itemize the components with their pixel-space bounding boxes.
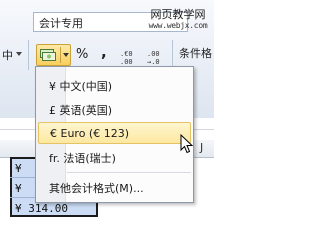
menu-item-label: ¥ 中文(中国)	[49, 80, 113, 93]
column-header-j[interactable]: J	[200, 141, 203, 154]
mouse-cursor-icon	[180, 134, 193, 154]
watermark-url: www.webjx.com	[148, 21, 208, 30]
menu-item-label: fr. 法语(瑞士)	[49, 152, 116, 165]
accounting-format-button[interactable]	[36, 44, 71, 66]
chevron-down-icon[interactable]	[16, 52, 22, 56]
alignment-partial-label[interactable]: 中	[2, 47, 13, 63]
split-divider	[60, 47, 61, 63]
cell-value[interactable]: ¥ 314.00	[15, 202, 68, 215]
group-divider	[28, 40, 29, 70]
menu-item-euro[interactable]: € Euro (€ 123)	[38, 122, 191, 144]
increase-decimal-button[interactable]: .€0.00	[120, 50, 133, 66]
watermark: 网页教学网 www.webjx.com	[143, 9, 213, 31]
percent-style-button[interactable]: %	[76, 47, 88, 62]
number-format-value: 会计专用	[39, 17, 83, 30]
watermark-name: 网页教学网	[150, 8, 206, 21]
conditional-formatting-button[interactable]: 条件格	[179, 45, 212, 61]
menu-item-english-uk[interactable]: £ 英语(英国)	[38, 98, 191, 120]
currency-dropdown-menu: ¥ 中文(中国) £ 英语(英国) € Euro (€ 123) fr. 法语(…	[35, 66, 194, 203]
menu-item-label: £ 英语(英国)	[49, 104, 113, 117]
menu-item-chinese[interactable]: ¥ 中文(中国)	[38, 74, 191, 96]
menu-item-more-accounting-formats[interactable]: 其他会计格式(M)...	[38, 176, 191, 198]
menu-item-french-swiss[interactable]: fr. 法语(瑞士)	[38, 146, 191, 168]
decrease-decimal-button[interactable]: .00 →.0	[147, 50, 160, 66]
cell-value[interactable]: ¥	[15, 162, 22, 175]
currency-notes-icon	[40, 49, 56, 61]
menu-item-label: 其他会计格式(M)...	[49, 182, 144, 195]
chevron-down-icon[interactable]	[63, 53, 69, 57]
comma-style-button[interactable]: ,	[101, 43, 107, 61]
menu-item-label: € Euro (€ 123)	[50, 127, 129, 140]
cell-value[interactable]: ¥	[15, 182, 22, 195]
menu-separator	[67, 172, 191, 173]
